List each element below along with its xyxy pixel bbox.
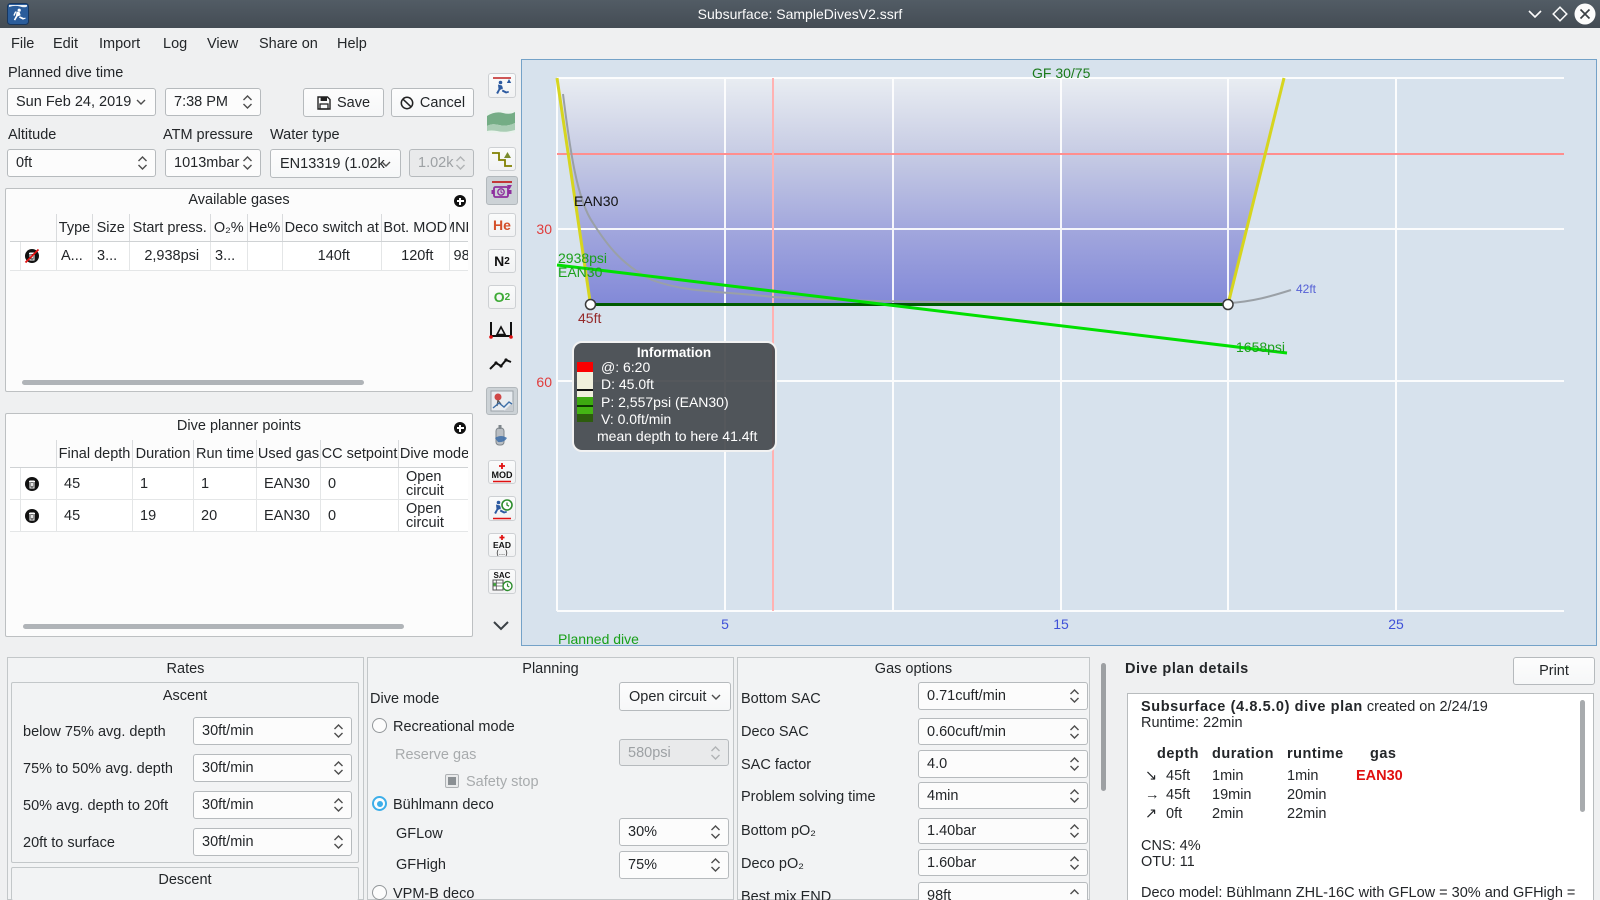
- svg-text:EAN30: EAN30: [558, 264, 603, 280]
- svg-text:1658psi: 1658psi: [1236, 339, 1285, 355]
- svg-text:45ft: 45ft: [578, 310, 601, 326]
- svg-text:60: 60: [536, 374, 552, 390]
- svg-text:D: 45.0ft: D: 45.0ft: [601, 376, 654, 392]
- svg-text:P: 2,557psi (EAN30): P: 2,557psi (EAN30): [601, 394, 729, 410]
- svg-text:Planned dive: Planned dive: [558, 631, 639, 645]
- svg-text:Information: Information: [637, 345, 711, 360]
- svg-text:(...): (...): [496, 548, 508, 556]
- svg-text:EAN30: EAN30: [574, 193, 619, 209]
- svg-text:GF 30/75: GF 30/75: [1032, 65, 1091, 81]
- svg-text:mean depth to here 41.4ft: mean depth to here 41.4ft: [597, 428, 757, 444]
- svg-text:SAC: SAC: [494, 571, 511, 580]
- svg-text:V: 0.0ft/min: V: 0.0ft/min: [601, 411, 671, 427]
- svg-text:@: 6:20: @: 6:20: [601, 359, 650, 375]
- svg-text:MOD: MOD: [492, 470, 513, 480]
- svg-text:42ft: 42ft: [1296, 282, 1317, 296]
- svg-text:5: 5: [721, 616, 729, 632]
- svg-text:30: 30: [536, 221, 552, 237]
- svg-text:15: 15: [1053, 616, 1069, 632]
- svg-text:25: 25: [1388, 616, 1404, 632]
